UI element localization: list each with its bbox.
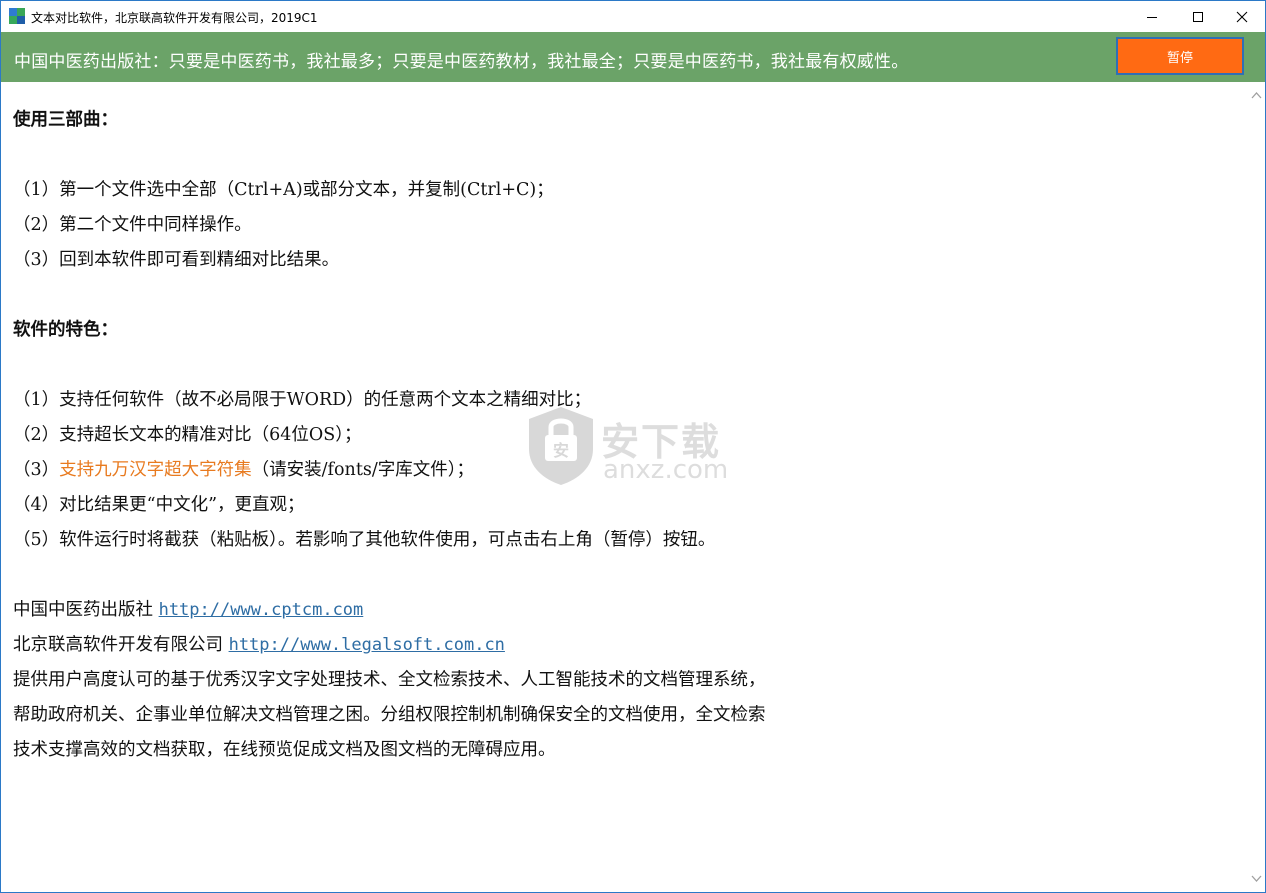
feature-item: （4）对比结果更“中文化”，更直观； [13,495,305,515]
app-grid-icon [9,8,25,24]
feature-item: （3）支持九万汉字超大字符集（请安装/fonts/字库文件）； [13,456,474,481]
feature-item: （5）软件运行时将截获（粘贴板）。若影响了其他软件使用，可点击右上角（暂停）按钮… [13,530,716,550]
minimize-button[interactable] [1129,1,1175,32]
banner-text: 中国中医药出版社：只要是中医药书，我社最多；只要是中医药教材，我社最全；只要是中… [14,52,909,72]
publisher-name: 中国中医药出版社 [13,600,153,620]
maximize-button[interactable] [1175,1,1221,32]
feature-item: （1）支持任何软件（故不必局限于WORD）的任意两个文本之精细对比； [13,390,592,410]
usage-step: （2）第二个文件中同样操作。 [13,215,252,235]
title-bar[interactable]: 文本对比软件，北京联高软件开发有限公司，2019C1 [1,1,1265,32]
company-name: 北京联高软件开发有限公司 [13,635,223,655]
scroll-down-icon[interactable] [1251,873,1262,884]
minimize-icon [1147,16,1157,18]
description-line: 技术支撑高效的文档获取，在线预览促成文档及图文档的无障碍应用。 [13,740,556,760]
window-title: 文本对比软件，北京联高软件开发有限公司，2019C1 [31,11,318,25]
maximize-icon [1193,11,1203,22]
company-line: 北京联高软件开发有限公司 http://www.legalsoft.com.cn [13,631,505,656]
watermark-en: anxz.com [603,455,729,485]
feature-item: （2）支持超长文本的精准对比（64位OS）； [13,425,362,445]
watermark: 安 安下载 anxz.com [525,403,745,493]
feature-suffix: （请安装/fonts/字库文件）； [251,460,474,480]
pause-button[interactable]: 暂停 [1116,37,1244,75]
app-window: 文本对比软件，北京联高软件开发有限公司，2019C1 中国中医药出版社：只要是中… [0,0,1266,893]
description-line: 帮助政府机关、企事业单位解决文档管理之困。分组权限控制机制确保安全的文档使用，全… [13,705,766,725]
usage-heading: 使用三部曲： [13,110,118,130]
close-icon [1236,11,1248,22]
company-link[interactable]: http://www.legalsoft.com.cn [229,635,505,655]
publisher-banner: 中国中医药出版社：只要是中医药书，我社最多；只要是中医药教材，我社最全；只要是中… [1,32,1265,82]
features-heading: 软件的特色： [13,320,118,340]
pause-button-label: 暂停 [1166,50,1193,66]
usage-step: （1）第一个文件选中全部（Ctrl+A)或部分文本，并复制(Ctrl+C)； [13,180,554,200]
publisher-line: 中国中医药出版社 http://www.cptcm.com [13,596,363,621]
usage-step: （3）回到本软件即可看到精细对比结果。 [13,250,340,270]
vertical-scrollbar[interactable] [1248,82,1265,892]
close-button[interactable] [1219,1,1265,32]
feature-highlight: 支持九万汉字超大字符集 [59,460,252,480]
feature-prefix: （3） [13,460,60,480]
scroll-up-icon[interactable] [1251,90,1262,101]
description-line: 提供用户高度认可的基于优秀汉字文字处理技术、全文检索技术、人工智能技术的文档管理… [13,670,766,690]
svg-text:安: 安 [553,441,569,460]
shield-icon: 安 [529,407,593,485]
publisher-link[interactable]: http://www.cptcm.com [159,600,364,620]
